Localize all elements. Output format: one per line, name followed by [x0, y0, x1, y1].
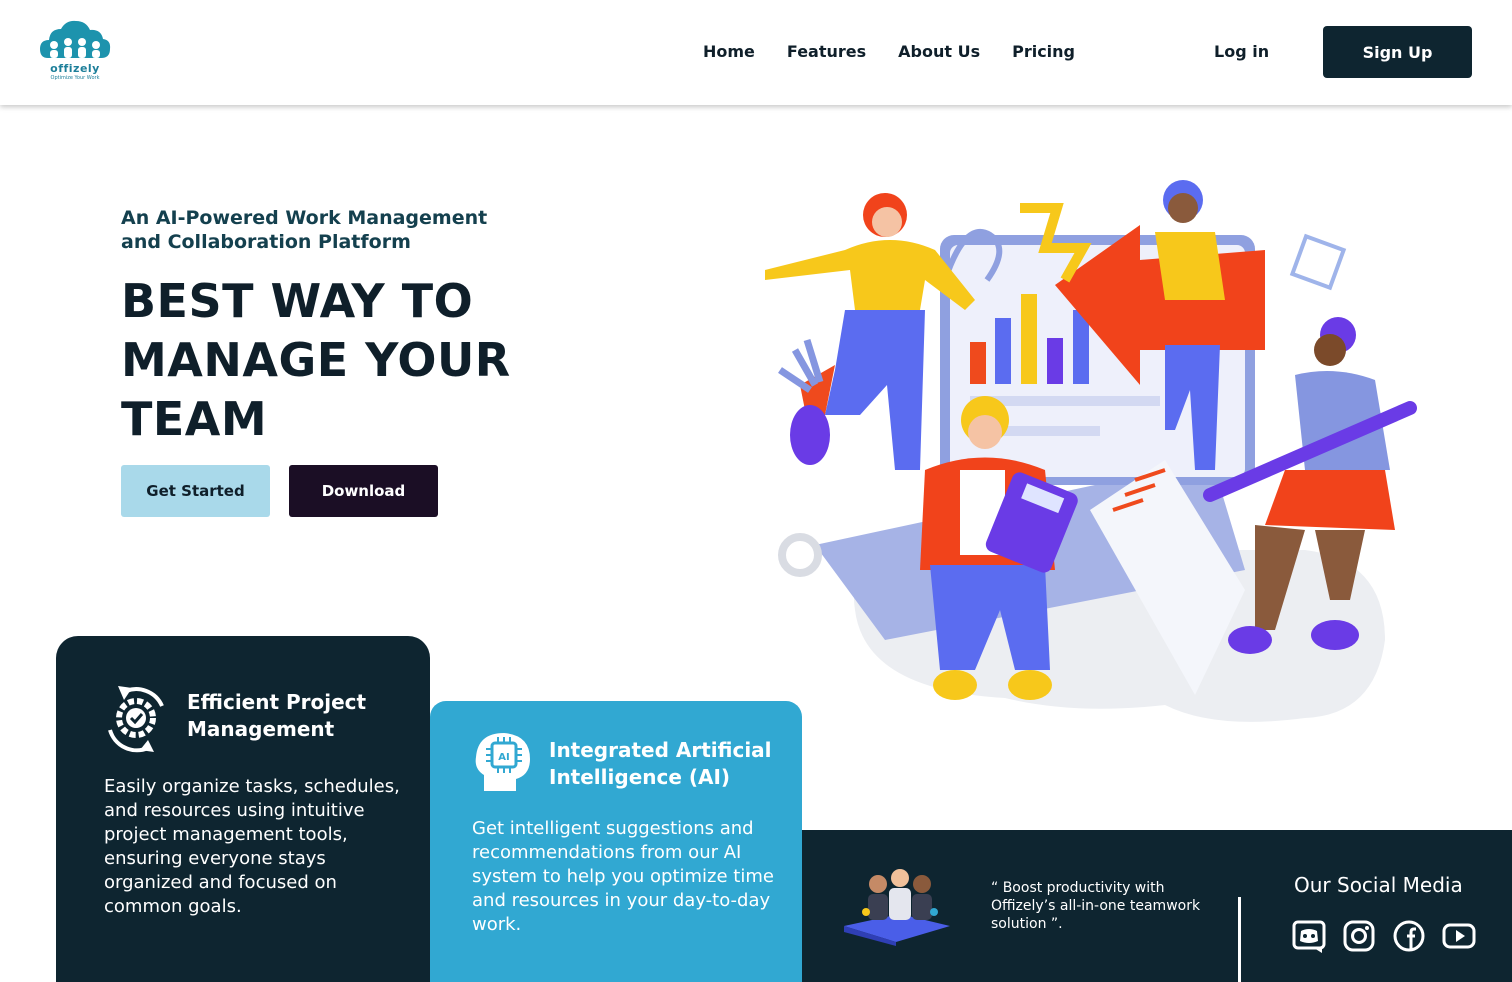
youtube-icon[interactable]	[1442, 919, 1476, 953]
nav-about-us[interactable]: About Us	[898, 42, 980, 61]
footer-band: “ Boost productivity with Offizely’s all…	[802, 830, 1512, 982]
social-links	[1292, 919, 1476, 953]
cloud-people-icon	[40, 20, 111, 58]
nav-features[interactable]: Features	[787, 42, 866, 61]
brand-tagline: Optimize Your Work	[50, 75, 100, 81]
main-nav: Home Features About Us Pricing	[703, 42, 1075, 61]
divider	[1238, 897, 1241, 982]
feature-card-ai: AI Integrated Artificial Intelligence (A…	[430, 701, 802, 982]
hero-headline: BEST WAY TO MANAGE YOUR TEAM	[121, 274, 511, 446]
feature-card-project-management: Efficient Project Management Easily orga…	[56, 636, 430, 982]
feature-title: Integrated Artificial Intelligence (AI)	[549, 738, 772, 789]
discord-icon[interactable]	[1292, 919, 1326, 953]
facebook-icon[interactable]	[1392, 919, 1426, 953]
nav-pricing[interactable]: Pricing	[1012, 42, 1075, 61]
feature-title: Efficient Project Management	[187, 690, 367, 741]
brand-logo[interactable]: offizely Optimize Your Work	[38, 18, 112, 84]
ai-head-icon: AI	[475, 733, 530, 791]
svg-text:AI: AI	[498, 752, 509, 763]
hero-tagline: An AI-Powered Work Management and Collab…	[121, 207, 488, 253]
feature-text: Easily organize tasks, schedules, and re…	[104, 776, 400, 917]
brand-name: offizely	[50, 62, 100, 75]
nav-home[interactable]: Home	[703, 42, 755, 61]
social-title: Our Social Media	[1294, 873, 1463, 897]
gear-cycle-icon	[108, 686, 164, 753]
login-link[interactable]: Log in	[1214, 42, 1269, 61]
team-illustration	[765, 180, 1417, 722]
instagram-icon[interactable]	[1342, 919, 1376, 953]
site-header: offizely Optimize Your Work Home Feature…	[0, 0, 1512, 105]
signup-button[interactable]: Sign Up	[1323, 26, 1472, 78]
download-button[interactable]: Download	[289, 465, 438, 517]
feature-text: Get intelligent suggestions and recommen…	[472, 818, 774, 935]
get-started-button[interactable]: Get Started	[121, 465, 270, 517]
tagline-quote: “ Boost productivity with Offizely’s all…	[991, 880, 1201, 932]
team-puzzle-icon	[844, 869, 950, 946]
